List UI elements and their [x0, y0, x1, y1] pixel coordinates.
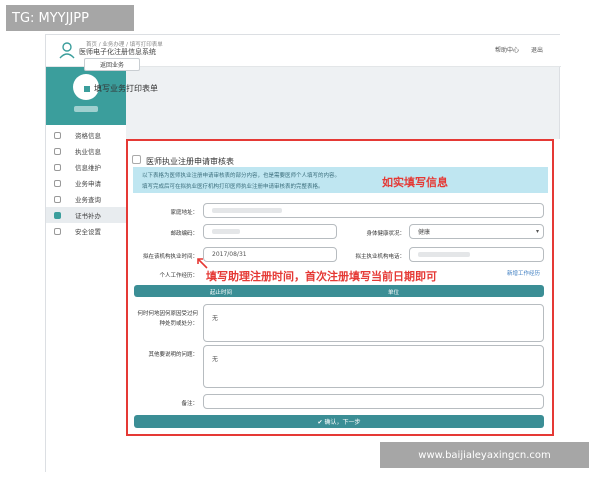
health-label: 身体健康状况： [366, 231, 405, 237]
help-link[interactable]: 帮助中心 [495, 47, 519, 54]
health-select[interactable]: 健康 ▾ [409, 224, 544, 239]
postcode-value-blurred [212, 229, 240, 234]
join-time-field[interactable]: 2017/08/31 [203, 247, 337, 262]
sidebar-menu: 资格信息 执业信息 信息维护 业务申请 业务查询 证书补办 安全设置 [46, 127, 126, 239]
other-textarea[interactable]: 无 [203, 345, 544, 388]
sidebar-item-qualification[interactable]: 资格信息 [46, 127, 126, 143]
work-history-table-header: 起止时间 单位 [134, 285, 544, 297]
notice-line-2: 填写完成后可在拟执业医疗机构打印医师执业注册申请审核表的完整表格。 [142, 184, 324, 190]
penalty-label: 何时何地因何原因受过何种处罚或处分： [137, 311, 198, 327]
doctor-logo-icon [59, 42, 75, 59]
page-title: 填写业务打印表单 [84, 83, 158, 94]
org-phone-label: 拟主执业机构电话： [355, 254, 405, 260]
penalty-textarea[interactable]: 无 [203, 304, 544, 342]
address-field[interactable] [203, 203, 544, 218]
sidebar-item-maintain[interactable]: 信息维护 [46, 159, 126, 175]
logout-link[interactable]: 退出 [531, 47, 543, 54]
postcode-field[interactable] [203, 224, 337, 239]
certificate-icon [54, 211, 61, 219]
form-checkbox-icon [132, 155, 141, 164]
system-title: 医师电子化注册信息系统 [79, 48, 156, 56]
remark-field[interactable] [203, 394, 544, 409]
back-button[interactable]: 返回业务 [84, 58, 140, 71]
col-unit: 单位 [388, 290, 400, 296]
globe-icon [54, 195, 61, 203]
title-marker-icon [84, 85, 90, 92]
postcode-label: 邮政编码： [170, 231, 198, 237]
sidebar-item-reissue[interactable]: 证书补办 [46, 207, 126, 223]
user-name-blurred [74, 106, 98, 112]
watermark-bottom: www.baijialeyaxingcn.com [380, 442, 589, 468]
sidebar: 资格信息 执业信息 信息维护 业务申请 业务查询 证书补办 安全设置 [46, 67, 126, 473]
phone-value-blurred [418, 252, 470, 257]
document-icon [54, 131, 61, 139]
join-time-label: 拟在该机构执业时间： [142, 254, 198, 260]
confirm-next-button[interactable]: ✔ 确认，下一步 [134, 415, 544, 428]
work-history-label: 个人工作经历： [159, 273, 198, 279]
address-value-blurred [212, 208, 282, 213]
sidebar-item-security[interactable]: 安全设置 [46, 223, 126, 239]
notice-line-1: 以下表格为医师执业注册申请审核表的部分内容，也是需要医师个人填写的内容。 [142, 173, 341, 179]
form-icon [54, 179, 61, 187]
edit-icon [54, 163, 61, 171]
sidebar-item-practice[interactable]: 执业信息 [46, 143, 126, 159]
remark-label: 备注： [181, 401, 198, 407]
form-heading: 医师执业注册申请审核表 [146, 157, 234, 166]
annotation-fill-truthfully: 如实填写信息 [382, 176, 448, 189]
sidebar-item-query[interactable]: 业务查询 [46, 191, 126, 207]
add-work-history-link[interactable]: 新增工作经历 [507, 269, 540, 277]
lock-icon [54, 227, 61, 235]
address-label: 家庭地址： [170, 210, 198, 216]
profile-panel [46, 67, 126, 125]
headset-icon [54, 147, 61, 155]
other-label: 其他要说明的问题： [148, 352, 198, 358]
breadcrumb: 首页 / 业务办理 / 填写打印表单 [86, 42, 163, 48]
col-time: 起止时间 [210, 290, 233, 296]
org-phone-field[interactable] [409, 247, 544, 262]
sidebar-item-apply[interactable]: 业务申请 [46, 175, 126, 191]
watermark-top: TG: MYYJJPP [6, 5, 134, 31]
annotation-join-time-hint: 填写助理注册时间，首次注册填写当前日期即可 [206, 270, 437, 283]
dropdown-arrow-icon: ▾ [535, 228, 539, 235]
